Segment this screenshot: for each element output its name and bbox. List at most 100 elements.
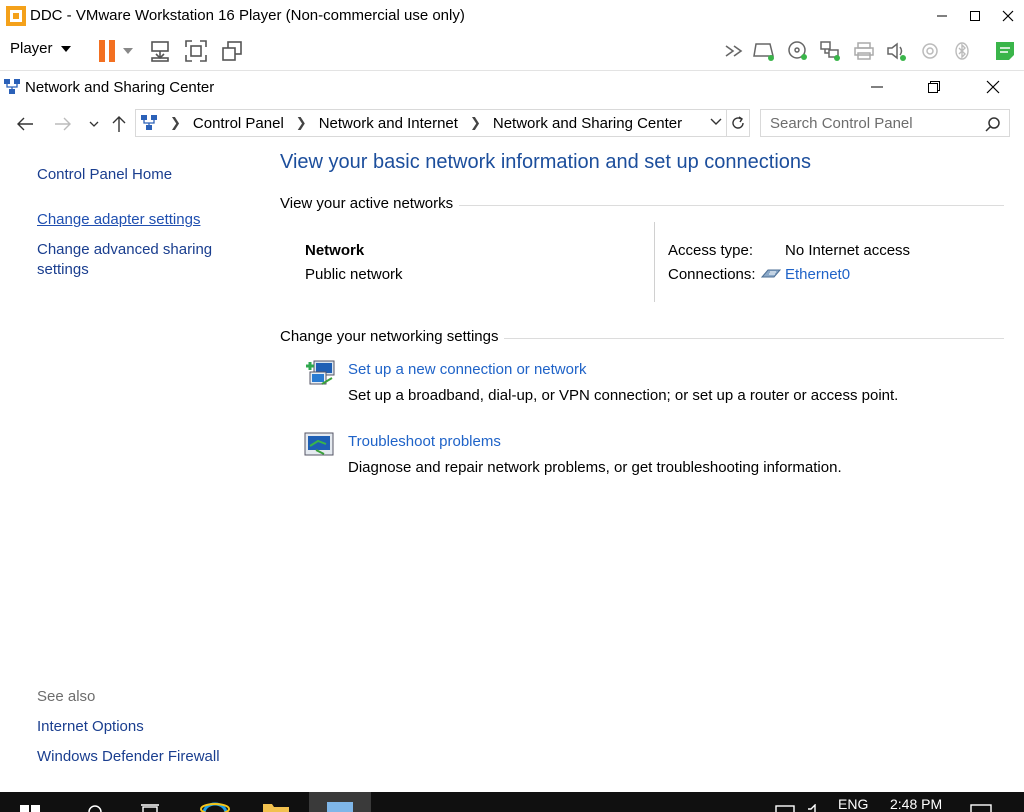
vmware-toolbar: Player [0, 31, 1024, 71]
search-box[interactable] [760, 109, 1010, 137]
change-settings-section: Change your networking settings [280, 328, 1004, 345]
message-log-icon [996, 42, 1014, 60]
network-tray-icon[interactable] [775, 804, 795, 812]
volume-tray-icon[interactable] [807, 804, 823, 812]
windows-defender-firewall-link[interactable]: Windows Defender Firewall [37, 747, 220, 767]
printer-button[interactable] [852, 39, 876, 63]
active-networks-title: View your active networks [280, 195, 454, 212]
change-advanced-sharing-link[interactable]: Change advanced sharing settings [37, 240, 212, 280]
bluetooth-button[interactable] [950, 39, 974, 63]
arrow-up-icon [112, 116, 126, 132]
control-panel-taskbar-button[interactable] [309, 792, 371, 812]
search-taskbar-button[interactable] [86, 803, 104, 812]
network-divider [654, 222, 655, 302]
new-connection-icon [306, 360, 335, 385]
back-button[interactable] [15, 114, 35, 134]
section-divider [459, 204, 1004, 206]
sound-card-button[interactable] [884, 39, 908, 63]
pause-icon [99, 40, 115, 62]
full-screen-button[interactable] [184, 39, 208, 63]
pause-button[interactable] [95, 39, 119, 63]
vmware-player-icon [6, 5, 26, 26]
control-panel-icon [141, 115, 157, 130]
action-center-button[interactable] [970, 804, 992, 812]
window-minimize-button[interactable] [848, 72, 906, 102]
hard-disk-icon [753, 43, 774, 61]
change-advanced-sharing-line1: Change advanced sharing [37, 241, 213, 258]
camera-button[interactable] [918, 39, 942, 63]
ethernet0-link[interactable]: Ethernet0 [785, 265, 850, 285]
window-title-bar: Network and Sharing Center [0, 72, 1024, 104]
hard-disk-button[interactable] [752, 39, 776, 63]
send-ctrl-alt-del-button[interactable] [148, 39, 172, 63]
more-devices-button[interactable] [722, 39, 746, 63]
network-center-icon [4, 79, 20, 94]
dropdown-arrow-icon [123, 48, 133, 54]
vm-maximize-button[interactable] [958, 0, 991, 31]
refresh-button[interactable] [727, 109, 750, 137]
pause-dropdown-button[interactable] [120, 39, 136, 63]
setup-connection-link[interactable]: Set up a new connection or network [348, 360, 586, 380]
vm-minimize-button[interactable] [925, 0, 958, 31]
search-input[interactable] [770, 114, 970, 132]
internet-options-link[interactable]: Internet Options [37, 717, 144, 737]
troubleshoot-problems-link[interactable]: Troubleshoot problems [348, 432, 501, 452]
arrow-right-icon [55, 117, 71, 131]
address-bar[interactable]: ❯ Control Panel ❯ Network and Internet ❯… [135, 109, 727, 137]
vmware-title: DDC - VMware Workstation 16 Player (Non-… [30, 7, 465, 24]
control-panel-home-link[interactable]: Control Panel Home [37, 165, 172, 185]
language-indicator[interactable]: ENG [838, 796, 868, 812]
task-view-button[interactable] [140, 804, 160, 812]
refresh-icon [732, 116, 744, 129]
window-title: Network and Sharing Center [25, 79, 215, 96]
control-panel-icon [327, 802, 353, 812]
internet-explorer-taskbar-button[interactable] [200, 801, 230, 812]
breadcrumb-separator-icon: ❯ [469, 115, 481, 130]
cd-dvd-button[interactable] [786, 39, 810, 63]
recent-locations-button[interactable] [84, 114, 104, 134]
ethernet-icon [761, 269, 781, 278]
file-explorer-taskbar-button[interactable] [262, 802, 290, 812]
chevron-down-icon [89, 121, 99, 127]
vm-close-button[interactable] [991, 0, 1024, 31]
network-name: Network [305, 242, 365, 259]
breadcrumb-control-panel[interactable]: Control Panel [193, 115, 284, 132]
speaker-icon [887, 42, 906, 61]
change-advanced-sharing-line2: settings [37, 261, 89, 278]
breadcrumb-network-sharing-center[interactable]: Network and Sharing Center [493, 115, 682, 132]
start-button[interactable] [20, 805, 40, 812]
page-heading: View your basic network information and … [280, 151, 812, 173]
forward-button[interactable] [53, 114, 73, 134]
player-menu-button[interactable]: Player [10, 40, 71, 57]
bluetooth-icon [955, 42, 969, 60]
search-icon[interactable] [985, 116, 1001, 132]
vmware-title-bar: DDC - VMware Workstation 16 Player (Non-… [0, 0, 1024, 31]
taskbar: ENG 2:48 PM [0, 792, 1024, 812]
window-close-button[interactable] [964, 72, 1022, 102]
active-networks-section: View your active networks [280, 195, 1004, 212]
cd-icon [788, 41, 807, 60]
network-adapter-icon [820, 41, 840, 61]
breadcrumb-separator-icon: ❯ [170, 115, 181, 130]
chevron-down-icon [710, 118, 722, 125]
message-log-button[interactable] [993, 39, 1017, 63]
window-restore-button[interactable] [905, 72, 963, 102]
network-adapter-button[interactable] [818, 39, 842, 63]
network-type: Public network [305, 266, 403, 283]
player-menu-label: Player [10, 40, 53, 57]
search-icon [88, 805, 102, 812]
navigation-bar: ❯ Control Panel ❯ Network and Internet ❯… [0, 104, 1024, 142]
unity-icon [222, 41, 242, 61]
double-chevron-right-icon [725, 45, 743, 57]
printer-icon [854, 42, 874, 60]
arrow-left-icon [17, 117, 33, 131]
change-adapter-settings-link[interactable]: Change adapter settings [37, 210, 200, 230]
address-history-button[interactable] [710, 118, 722, 126]
setup-connection-description: Set up a broadband, dial-up, or VPN conn… [348, 387, 899, 404]
breadcrumb-network-and-internet[interactable]: Network and Internet [319, 115, 458, 132]
troubleshoot-description: Diagnose and repair network problems, or… [348, 459, 842, 476]
up-button[interactable] [109, 114, 129, 134]
taskbar-clock[interactable]: 2:48 PM [890, 796, 942, 812]
windows-logo-icon [20, 805, 40, 812]
unity-button[interactable] [220, 39, 244, 63]
